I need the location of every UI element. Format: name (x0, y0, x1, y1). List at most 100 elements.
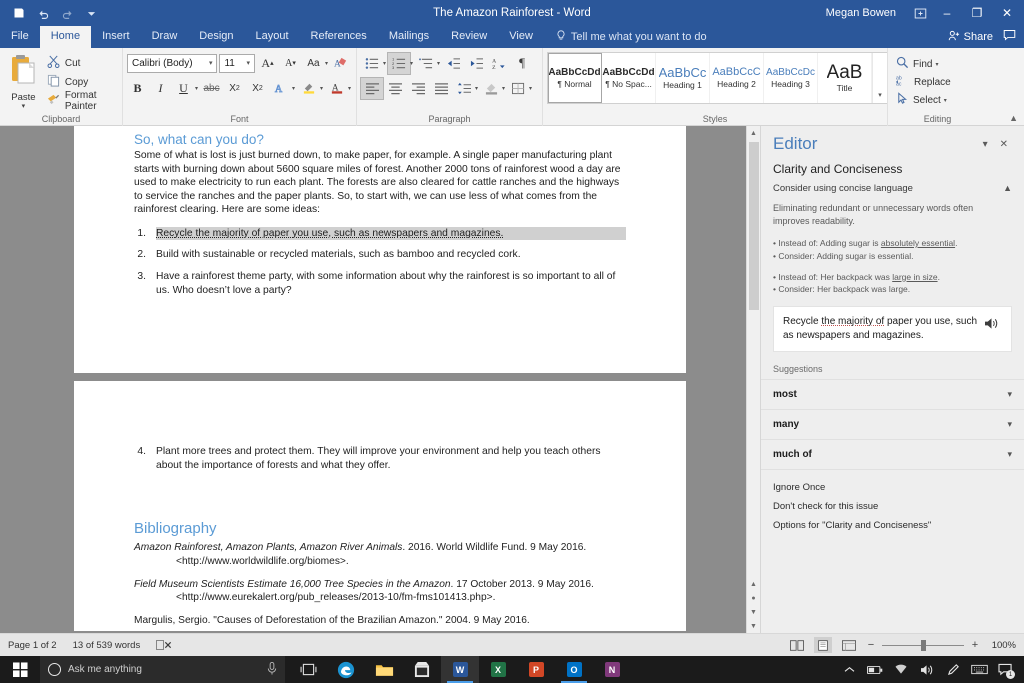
close-button[interactable]: ✕ (992, 0, 1022, 26)
show-hidden-icons-chevron-up-icon[interactable] (836, 656, 862, 683)
document-page-1[interactable]: So, what can you do? Some of what is los… (74, 126, 686, 373)
tab-references[interactable]: References (300, 26, 378, 48)
tell-me-search[interactable]: Tell me what you want to do (556, 26, 707, 48)
numbering-icon[interactable]: 123 (388, 53, 410, 74)
previous-page-icon[interactable]: ▲ (747, 577, 760, 591)
tab-mailings[interactable]: Mailings (378, 26, 440, 48)
editor-flagged-sentence-card[interactable]: Recycle the majority of paper you use, s… (773, 306, 1012, 352)
options-link[interactable]: Options for "Clarity and Conciseness" (773, 516, 1012, 535)
suggestion-item-most[interactable]: most ▾ (761, 379, 1024, 409)
align-right-icon[interactable] (407, 78, 429, 99)
restore-button[interactable]: ❐ (962, 0, 992, 26)
text-highlight-color-icon[interactable] (298, 78, 319, 99)
clear-formatting-icon[interactable]: A (331, 53, 352, 74)
underline-button[interactable]: U (173, 78, 194, 99)
style-normal[interactable]: AaBbCcDd ¶ Normal (548, 53, 602, 103)
numbering-chevron-down-icon[interactable]: ▾ (410, 60, 413, 67)
file-explorer-icon[interactable] (365, 656, 403, 683)
list-text[interactable]: Build with sustainable or recycled mater… (156, 248, 626, 262)
bold-button[interactable]: B (127, 78, 148, 99)
decrease-indent-icon[interactable] (442, 53, 464, 74)
select-button[interactable]: Select ▾ (892, 92, 951, 109)
italic-button[interactable]: I (150, 78, 171, 99)
powerpoint-taskbar-icon[interactable]: P (517, 656, 555, 683)
style-heading-2[interactable]: AaBbCcC Heading 2 (710, 53, 764, 103)
redo-icon[interactable] (56, 3, 78, 23)
editor-pane-close-icon[interactable]: ✕ (994, 139, 1014, 150)
highlight-chevron-down-icon[interactable]: ▾ (320, 85, 323, 92)
view-read-mode-icon[interactable] (788, 637, 806, 653)
suggestion-chevron-down-icon[interactable]: ▾ (1007, 389, 1012, 400)
suggestion-chevron-down-icon[interactable]: ▾ (1007, 419, 1012, 430)
comments-icon[interactable] (1003, 28, 1016, 46)
word-taskbar-icon[interactable]: W (441, 656, 479, 683)
list-item[interactable]: 3. Have a rainforest theme party, with s… (134, 270, 626, 297)
bullets-icon[interactable] (361, 53, 383, 74)
collapse-ribbon-chevron-up-icon[interactable]: ▲ (1009, 113, 1018, 123)
subscript-button[interactable]: X2 (224, 78, 245, 99)
list-item[interactable]: 1. Recycle the majority of paper you use… (134, 227, 626, 241)
cortana-search-box[interactable]: Ask me anything (40, 656, 285, 683)
borders-icon[interactable] (507, 78, 529, 99)
font-size-chevron-down-icon[interactable]: ▾ (244, 59, 252, 67)
edge-icon[interactable] (327, 656, 365, 683)
minimize-button[interactable]: – (932, 0, 962, 26)
speaker-icon[interactable] (980, 315, 1002, 330)
tab-view[interactable]: View (498, 26, 544, 48)
select-browse-object-icon[interactable]: ● (747, 591, 760, 605)
tab-insert[interactable]: Insert (91, 26, 141, 48)
font-color-icon[interactable]: A (326, 78, 347, 99)
zoom-slider[interactable] (882, 645, 964, 646)
center-icon[interactable] (384, 78, 406, 99)
sort-icon[interactable]: AZ (488, 53, 510, 74)
editor-pane-options-chevron-down-icon[interactable]: ▾ (977, 139, 994, 150)
borders-chevron-down-icon[interactable]: ▾ (529, 85, 532, 92)
list-item[interactable]: 4. Plant more trees and protect them. Th… (134, 445, 626, 472)
cut-button[interactable]: Cut (47, 55, 118, 72)
scroll-up-arrow-icon[interactable]: ▲ (747, 126, 760, 140)
zoom-slider-thumb[interactable] (921, 640, 926, 651)
ignore-once-link[interactable]: Ignore Once (773, 478, 1012, 497)
underline-chevron-down-icon[interactable]: ▾ (195, 85, 198, 92)
suggestion-item-much-of[interactable]: much of ▾ (761, 439, 1024, 469)
onenote-taskbar-icon[interactable]: N (593, 656, 631, 683)
change-case-chevron-down-icon[interactable]: ▾ (325, 60, 328, 67)
superscript-button[interactable]: X2 (247, 78, 268, 99)
strikethrough-button[interactable]: abc (201, 78, 222, 99)
page-indicator[interactable]: Page 1 of 2 (8, 640, 57, 651)
view-print-layout-icon[interactable] (814, 637, 832, 653)
styles-gallery-more-chevron-down-icon[interactable]: ▾ (872, 53, 887, 103)
suggestion-chevron-down-icon[interactable]: ▾ (1007, 449, 1012, 460)
list-text-highlighted[interactable]: Recycle the majority of paper you use, s… (156, 227, 626, 241)
wifi-icon[interactable] (888, 656, 914, 683)
change-case-icon[interactable]: Aa (303, 53, 324, 74)
outlook-taskbar-icon[interactable]: O (555, 656, 593, 683)
view-web-layout-icon[interactable] (840, 637, 858, 653)
excel-taskbar-icon[interactable]: X (479, 656, 517, 683)
font-name-combobox[interactable]: Calibri (Body) ▾ (127, 54, 217, 73)
justify-icon[interactable] (430, 78, 452, 99)
tab-home[interactable]: Home (40, 26, 91, 48)
line-spacing-icon[interactable] (453, 78, 475, 99)
volume-icon[interactable] (914, 656, 940, 683)
font-color-chevron-down-icon[interactable]: ▾ (348, 85, 351, 92)
zoom-out-button[interactable]: − (866, 639, 876, 651)
text-effects-icon[interactable]: A (270, 78, 291, 99)
save-icon[interactable] (8, 3, 30, 23)
user-account-name[interactable]: Megan Bowen (826, 7, 896, 19)
editor-rule-chevron-up-icon[interactable]: ▲ (997, 183, 1012, 193)
list-item[interactable]: 2. Build with sustainable or recycled ma… (134, 248, 626, 262)
zoom-level[interactable]: 100% (988, 640, 1016, 651)
show-formatting-marks-icon[interactable]: ¶ (511, 53, 533, 74)
grow-font-icon[interactable]: A▴ (257, 53, 278, 74)
task-view-icon[interactable] (289, 656, 327, 683)
tab-layout[interactable]: Layout (245, 26, 300, 48)
document-vertical-scrollbar[interactable]: ▲ ▲ ● ▼ ▼ (746, 126, 760, 633)
zoom-control[interactable]: − + (866, 639, 980, 651)
document-scroll-region[interactable]: So, what can you do? Some of what is los… (0, 126, 760, 633)
tab-draw[interactable]: Draw (141, 26, 189, 48)
multilevel-list-icon[interactable] (415, 53, 437, 74)
share-button[interactable]: Share (948, 30, 993, 44)
style-heading-3[interactable]: AaBbCcDc Heading 3 (764, 53, 818, 103)
bibliography-entry[interactable]: Amazon Rainforest, Amazon Plants, Amazon… (134, 541, 626, 569)
